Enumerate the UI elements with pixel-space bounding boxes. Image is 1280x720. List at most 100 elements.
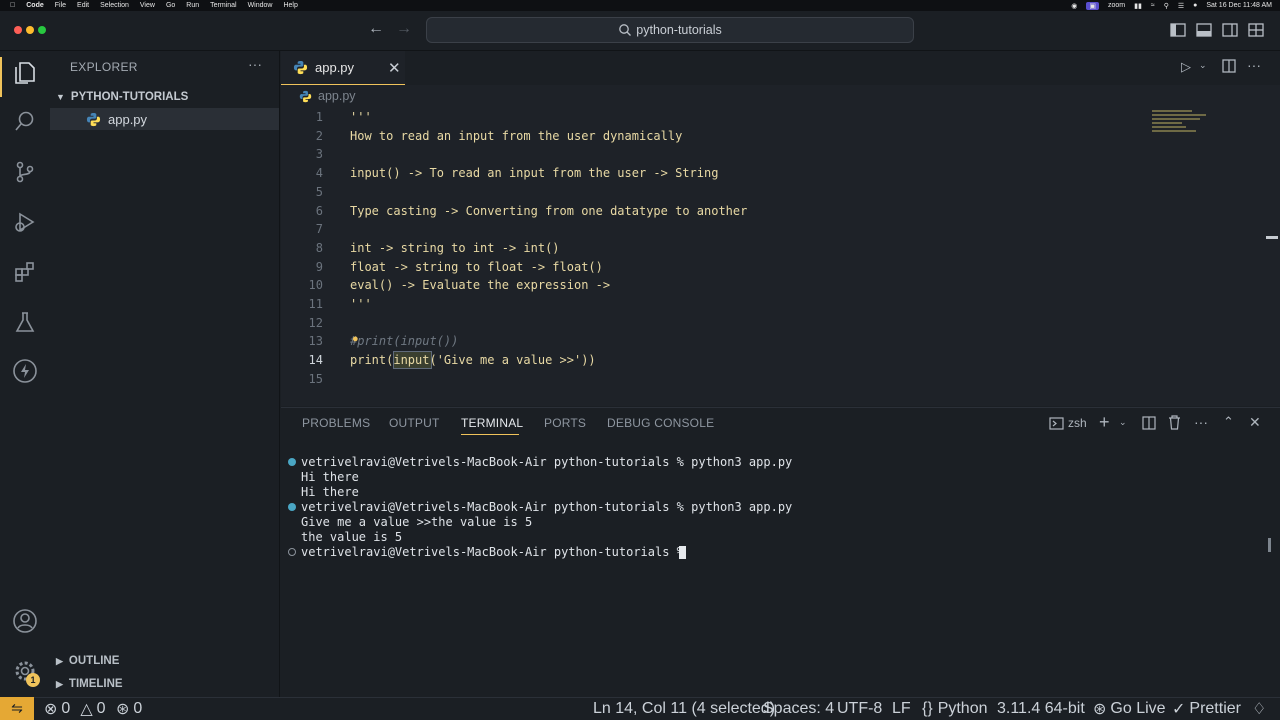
toggle-panel-icon[interactable] <box>1196 23 1212 42</box>
editor-more-actions-icon[interactable]: ··· <box>1247 57 1261 73</box>
chevron-down-icon: ▼ <box>56 92 65 102</box>
menu-view[interactable]: View <box>140 2 155 9</box>
error-count: 0 <box>61 699 71 717</box>
forward-arrow-icon[interactable]: → <box>396 20 412 38</box>
cursor-position[interactable]: Ln 14, Col 11 (4 selected) <box>593 697 775 720</box>
ports-status[interactable]: ⊛ 0 <box>116 697 142 720</box>
wifi-icon[interactable]: ≈ <box>1151 2 1155 9</box>
menu-run[interactable]: Run <box>186 2 199 9</box>
file-tree-item-app-py[interactable]: app.py <box>50 108 279 130</box>
tab-app-py[interactable]: app.py ✕ <box>281 51 405 85</box>
encoding[interactable]: UTF-8 <box>837 697 882 720</box>
toggle-primary-sidebar-icon[interactable] <box>1170 23 1186 42</box>
python-interpreter[interactable]: 3.11.4 64-bit <box>997 697 1085 720</box>
outline-section[interactable]: ▶ OUTLINE <box>56 655 119 667</box>
new-terminal-icon[interactable]: + <box>1099 412 1110 433</box>
terminal-shell-selector[interactable]: zsh <box>1049 416 1087 430</box>
code-line[interactable]: ''' <box>350 297 372 311</box>
scrollbar-marker[interactable] <box>1266 236 1278 239</box>
zoom-window-button[interactable] <box>38 26 46 34</box>
remote-indicator-icon[interactable]: ⇋ <box>0 697 34 720</box>
line-number-active: 14 <box>308 353 323 367</box>
go-live-button[interactable]: ⊛ Go Live <box>1093 697 1166 720</box>
code-line[interactable]: int -> string to int -> int() <box>350 241 560 255</box>
command-pending-decoration[interactable] <box>288 548 296 556</box>
split-terminal-icon[interactable] <box>1142 416 1156 435</box>
search-view-icon[interactable] <box>12 108 38 134</box>
toggle-secondary-sidebar-icon[interactable] <box>1222 23 1238 42</box>
kill-terminal-trash-icon[interactable] <box>1168 415 1181 435</box>
more-actions-icon[interactable]: ··· <box>248 56 262 72</box>
extensions-icon[interactable] <box>12 259 38 285</box>
testing-flask-icon[interactable] <box>12 309 38 335</box>
control-center-icon[interactable]: ☰ <box>1178 2 1184 10</box>
minimap[interactable] <box>1152 110 1208 136</box>
menu-terminal[interactable]: Terminal <box>210 2 236 9</box>
apple-icon[interactable]:  <box>10 2 15 9</box>
terminal-prompt-line[interactable]: vetrivelravi@Vetrivels-MacBook-Air pytho… <box>301 545 691 559</box>
code-line[interactable]: input() -> To read an input from the use… <box>350 166 718 180</box>
prettier-button[interactable]: ✓ Prettier <box>1172 697 1241 720</box>
timeline-section[interactable]: ▶ TIMELINE <box>56 678 123 690</box>
code-line[interactable]: ''' <box>350 110 372 124</box>
code-line[interactable]: eval() -> Evaluate the expression -> <box>350 278 610 292</box>
line-number: 8 <box>315 241 323 255</box>
code-line[interactable]: float -> string to float -> float() <box>350 260 603 274</box>
notifications-bell-icon[interactable]: ♢ <box>1252 697 1266 720</box>
source-control-icon[interactable] <box>12 159 38 185</box>
command-center-search[interactable]: python-tutorials <box>426 17 914 43</box>
terminal-dropdown-chevron-icon[interactable]: ⌄ <box>1119 417 1127 428</box>
breadcrumb[interactable]: app.py <box>299 89 356 103</box>
back-arrow-icon[interactable]: ← <box>368 20 384 38</box>
close-tab-icon[interactable]: ✕ <box>388 59 401 77</box>
customize-layout-icon[interactable] <box>1248 23 1264 42</box>
menu-window[interactable]: Window <box>248 2 273 9</box>
tab-ports[interactable]: PORTS <box>544 416 586 430</box>
lightbulb-icon[interactable]: ● <box>352 333 359 345</box>
macos-menubar:  Code File Edit Selection View Go Run T… <box>0 0 1280 11</box>
code-line[interactable]: How to read an input from the user dynam… <box>350 129 682 143</box>
indentation[interactable]: Spaces: 4 <box>763 697 834 720</box>
code-line[interactable]: print(input('Give me a value >>')) <box>350 353 596 367</box>
spotlight-icon[interactable]: ⚲ <box>1164 2 1169 10</box>
line-number: 6 <box>315 204 323 218</box>
tab-terminal[interactable]: TERMINAL <box>461 416 523 430</box>
menu-code[interactable]: Code <box>26 2 44 9</box>
problems-status[interactable]: ⊗ 0 △ 0 <box>44 697 106 720</box>
tab-problems[interactable]: PROBLEMS <box>302 416 370 430</box>
code-line[interactable]: Type casting -> Converting from one data… <box>350 204 747 218</box>
end-of-line[interactable]: LF <box>892 697 911 720</box>
battery-icon[interactable]: ▮▮ <box>1134 2 1142 10</box>
split-editor-icon[interactable] <box>1222 59 1236 78</box>
close-window-button[interactable] <box>14 26 22 34</box>
command-success-decoration[interactable] <box>288 458 296 466</box>
close-panel-icon[interactable]: ✕ <box>1249 414 1261 431</box>
panel-more-actions-icon[interactable]: ··· <box>1194 414 1208 430</box>
menu-selection[interactable]: Selection <box>100 2 129 9</box>
tab-output[interactable]: OUTPUT <box>389 416 440 430</box>
menu-file[interactable]: File <box>55 2 66 9</box>
zoom-label[interactable]: zoom <box>1108 2 1125 9</box>
thunder-client-icon[interactable] <box>12 358 38 384</box>
terminal-scrollbar[interactable] <box>1268 538 1271 552</box>
run-dropdown-chevron-icon[interactable]: ⌄ <box>1199 60 1207 71</box>
menu-go[interactable]: Go <box>166 2 175 9</box>
siri-icon[interactable]: ● <box>1193 2 1197 9</box>
tab-debug-console[interactable]: DEBUG CONSOLE <box>607 416 714 430</box>
account-icon[interactable] <box>12 608 38 634</box>
run-debug-icon[interactable] <box>12 209 38 235</box>
menu-help[interactable]: Help <box>283 2 297 9</box>
command-success-decoration[interactable] <box>288 503 296 511</box>
folder-row[interactable]: ▼ PYTHON-TUTORIALS <box>50 88 280 106</box>
record-icon[interactable]: ◉ <box>1071 2 1077 10</box>
menubar-datetime[interactable]: Sat 16 Dec 11:48 AM <box>1206 2 1272 9</box>
minimize-window-button[interactable] <box>26 26 34 34</box>
line-number: 5 <box>315 185 323 199</box>
code-line-comment[interactable]: #print(input()) <box>350 334 458 348</box>
explorer-icon[interactable] <box>12 59 38 85</box>
menu-edit[interactable]: Edit <box>77 2 89 9</box>
zoom-app-icon[interactable]: ▣ <box>1086 1 1100 10</box>
language-mode[interactable]: {} Python <box>922 697 988 720</box>
run-file-icon[interactable]: ▷ <box>1181 59 1191 75</box>
maximize-panel-chevron-up-icon[interactable]: ⌃ <box>1223 414 1234 430</box>
